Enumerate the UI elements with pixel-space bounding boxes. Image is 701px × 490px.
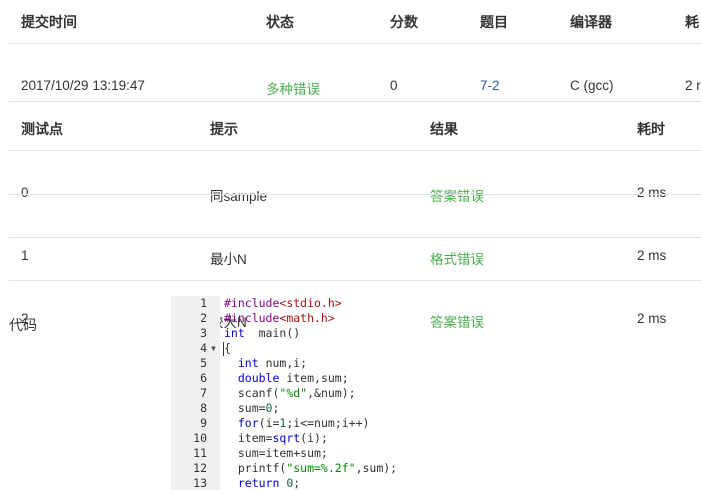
line-number: 13 [193, 476, 207, 490]
testcase-hint: 同sample [210, 189, 268, 204]
code-line[interactable]: 8 sum=0; [171, 401, 701, 416]
code-line[interactable]: 2 #include<math.h> [171, 311, 701, 326]
table-row: 1 最小N 格式错误 2 ms [9, 248, 701, 268]
header-hint: 提示 [210, 121, 238, 137]
code-line[interactable]: 4 ▼ { [171, 341, 701, 356]
score-value: 0 [390, 78, 398, 93]
problem-link[interactable]: 7-2 [480, 78, 500, 93]
line-number: 8 [200, 401, 207, 415]
code-text: double item,sum; [237, 371, 349, 385]
code-text: #include<stdio.h> [224, 296, 342, 310]
code-line[interactable]: 11 sum=item+sum; [171, 446, 701, 461]
code-text: printf("sum=%.2f",sum); [224, 461, 398, 475]
code-label: 代码 [9, 317, 37, 333]
divider [9, 150, 701, 151]
code-line[interactable]: 3 int main() [171, 326, 701, 341]
header-result: 结果 [430, 121, 458, 137]
testcase-id: 1 [21, 248, 29, 263]
line-number: 6 [200, 371, 207, 385]
header-elapsed: 耗时 [637, 121, 665, 137]
code-line[interactable]: 10 item=sqrt(i); [171, 431, 701, 446]
code-line[interactable]: 13 return 0; [171, 476, 701, 490]
testcase-header-row: 测试点 提示 结果 耗时 [9, 119, 701, 139]
code-line[interactable]: 1 #include<stdio.h> [171, 296, 701, 311]
line-number: 11 [193, 446, 207, 460]
code-text: int num,i; [237, 356, 308, 370]
code-text: int main() [224, 326, 301, 340]
divider [9, 237, 701, 238]
code-text: sum=item+sum; [224, 446, 328, 460]
testcase-elapsed: 2 ms [637, 248, 667, 263]
testcase-id: 0 [21, 185, 29, 200]
divider [9, 194, 701, 195]
time-value: 2 r [685, 78, 701, 93]
testcase-result: 答案错误 [430, 189, 484, 204]
fold-arrow-icon[interactable]: ▼ [211, 341, 216, 356]
table-row: 0 同sample 答案错误 2 ms [9, 185, 701, 205]
divider [9, 101, 701, 102]
line-number: 12 [193, 461, 207, 475]
header-testcase: 测试点 [21, 121, 63, 137]
line-number: 2 [200, 311, 207, 325]
code-line[interactable]: 7 scanf("%d",&num); [171, 386, 701, 401]
submission-row: 2017/10/29 13:19:47 多种错误 0 7-2 C (gcc) 2… [9, 78, 701, 98]
code-text: { [224, 341, 231, 355]
line-number: 7 [200, 386, 207, 400]
divider [9, 280, 701, 281]
line-number: 9 [200, 416, 207, 430]
testcase-hint: 最小N [210, 252, 247, 267]
code-editor[interactable]: 1 #include<stdio.h> 2 #include<math.h> 3 int … [171, 296, 701, 490]
line-number: 1 [200, 296, 207, 310]
testcase-table: 测试点 提示 结果 耗时 0 同sample 答案错误 2 ms 1 最小N 格… [9, 0, 701, 330]
code-line[interactable]: 5 int num,i; [171, 356, 701, 371]
compiler-value: C (gcc) [570, 78, 614, 93]
submit-time-value: 2017/10/29 13:19:47 [21, 78, 145, 93]
code-text: return 0; [237, 476, 301, 490]
code-text: sum=0; [224, 401, 280, 415]
code-line[interactable]: 12 printf("sum=%.2f",sum); [171, 461, 701, 476]
code-text: item=sqrt(i); [224, 431, 328, 445]
code-text: scanf("%d",&num); [224, 386, 356, 400]
line-number: 5 [200, 356, 207, 370]
code-text: #include<math.h> [224, 311, 335, 325]
line-number: 3 [200, 326, 207, 340]
testcase-elapsed: 2 ms [637, 185, 667, 200]
testcase-result: 格式错误 [430, 252, 484, 267]
line-number: 4 [200, 341, 207, 355]
code-line[interactable]: 9 for(i=1;i<=num;i++) [171, 416, 701, 431]
status-value: 多种错误 [266, 82, 320, 97]
code-text: for(i=1;i<=num;i++) [237, 416, 370, 430]
code-line[interactable]: 6 double item,sum; [171, 371, 701, 386]
line-number: 10 [193, 431, 207, 445]
